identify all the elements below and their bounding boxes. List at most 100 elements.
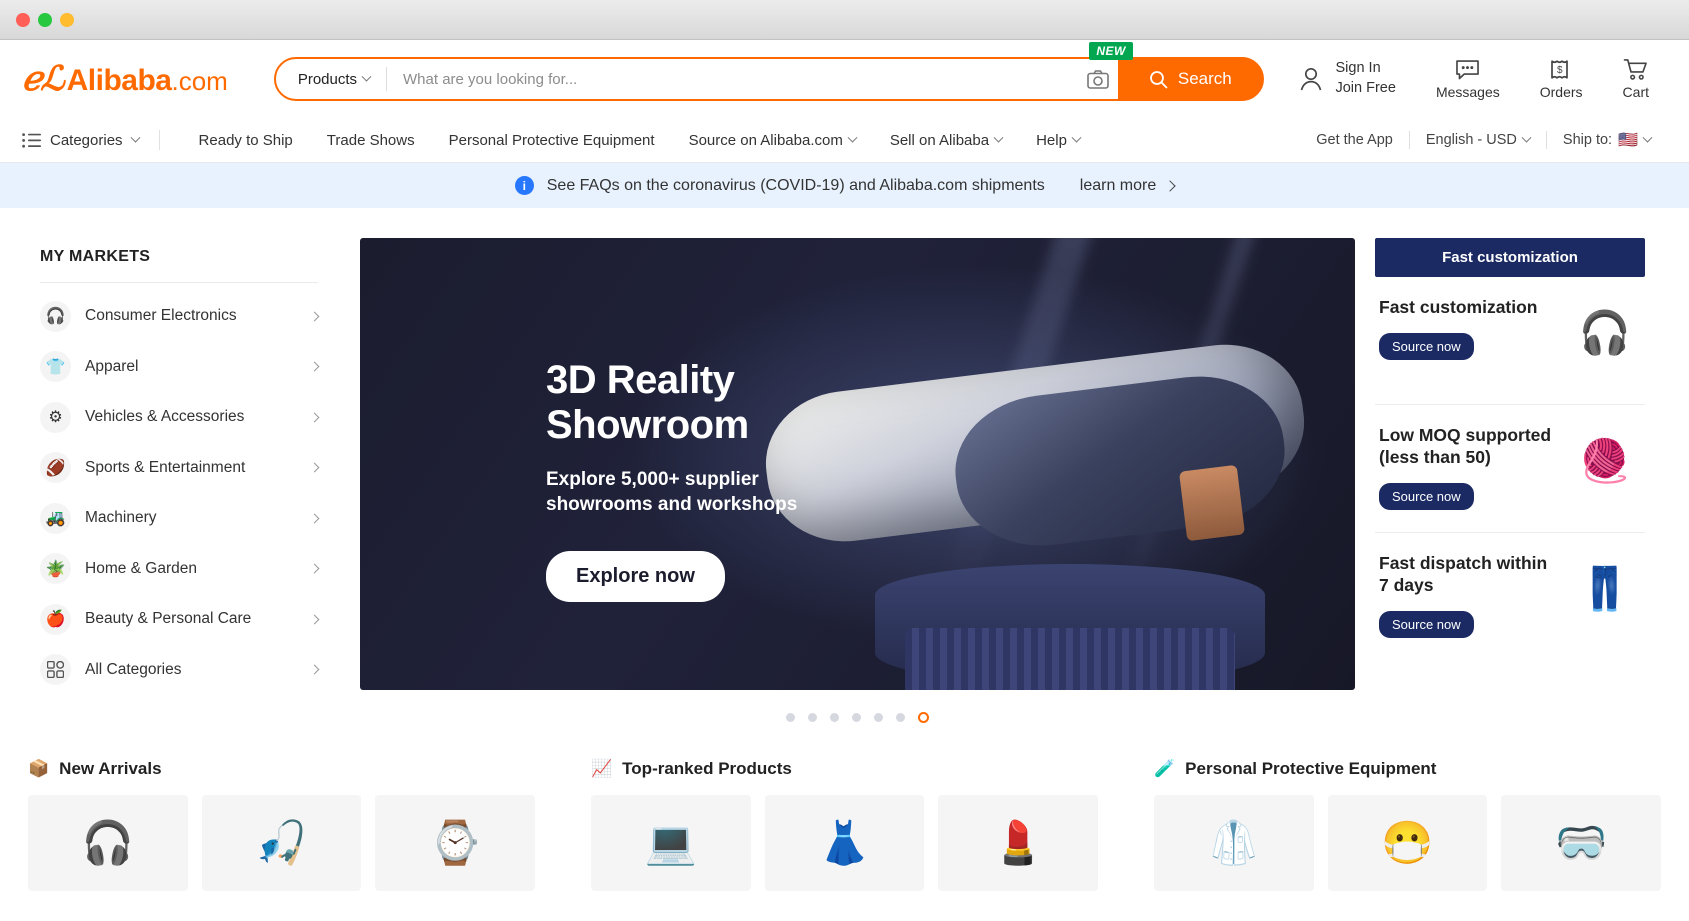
- image-search-button[interactable]: [1078, 59, 1118, 99]
- trending-up-icon: 📈: [591, 759, 613, 778]
- chevron-right-icon: [309, 614, 320, 625]
- source-now-button[interactable]: Source now: [1379, 482, 1474, 510]
- nav-item-label: Trade Shows: [326, 131, 415, 149]
- cart-label: Cart: [1622, 84, 1649, 100]
- hamburger-icon: [22, 132, 41, 148]
- product-thumbnail[interactable]: 💄: [938, 795, 1099, 891]
- user-icon: [1301, 67, 1322, 91]
- search-category-select[interactable]: Products: [276, 59, 386, 99]
- my-markets-divider: [40, 282, 318, 283]
- explore-now-button[interactable]: Explore now: [546, 551, 725, 602]
- sign-in-join-free[interactable]: Sign In Join Free: [1278, 59, 1413, 98]
- promo-item-fast-dispatch[interactable]: Fast dispatch within 7 days Source now 👖: [1375, 533, 1645, 661]
- carousel-dot-4[interactable]: [852, 713, 861, 722]
- carousel-dots: [360, 712, 1355, 723]
- chevron-right-icon: [309, 563, 320, 574]
- main-nav: Categories Ready to Ship Trade Shows Per…: [0, 118, 1689, 163]
- product-thumbnail[interactable]: 😷: [1327, 795, 1488, 891]
- product-thumbnail[interactable]: 💻: [591, 795, 751, 891]
- product-thumbnail[interactable]: 🎣: [201, 795, 362, 891]
- carousel-dot-6[interactable]: [896, 713, 905, 722]
- covid-learn-more-link[interactable]: learn more: [1080, 177, 1176, 195]
- market-item-all-categories[interactable]: All Categories: [40, 645, 320, 696]
- market-item-home-garden[interactable]: 🪴 Home & Garden: [40, 544, 320, 595]
- close-window-button[interactable]: [16, 12, 30, 27]
- card-personal-protective-equipment[interactable]: 🧪 Personal Protective Equipment 🥼 😷 🥽: [1136, 743, 1679, 893]
- messages-button[interactable]: Messages: [1418, 59, 1518, 100]
- promo-panel-header: Fast customization: [1375, 238, 1645, 277]
- nav-item-sell-on-alibaba[interactable]: Sell on Alibaba: [873, 132, 1019, 149]
- nav-item-source-on-alibaba[interactable]: Source on Alibaba.com: [672, 132, 873, 149]
- leggings-product-image: 👖: [1578, 564, 1632, 612]
- source-now-button[interactable]: Source now: [1379, 610, 1474, 638]
- source-now-button[interactable]: Source now: [1379, 332, 1474, 360]
- orders-icon: $: [1551, 60, 1568, 79]
- market-item-label: Sports & Entertainment: [85, 458, 246, 476]
- card-top-ranked-products[interactable]: 📈 Top-ranked Products 💻 👗 💄: [573, 743, 1116, 893]
- chevron-down-icon: [1642, 132, 1653, 143]
- search-button[interactable]: Search: [1117, 57, 1263, 101]
- product-thumbnail[interactable]: 🎧: [28, 795, 188, 891]
- chevron-right-icon: [309, 462, 320, 473]
- alibaba-logo-mark: ℯℒ: [22, 59, 65, 99]
- get-the-app-link[interactable]: Get the App: [1300, 132, 1409, 148]
- excavator-icon: 🚜: [40, 502, 71, 534]
- nav-item-ready-to-ship[interactable]: Ready to Ship: [182, 132, 310, 149]
- carousel-dot-2[interactable]: [808, 713, 817, 722]
- product-thumbnail[interactable]: ⌚: [375, 795, 536, 891]
- product-sections: 📦 New Arrivals 🎧 🎣 ⌚ 📈 Top-ranked Produc…: [0, 729, 1689, 893]
- search-bar: Products Search NEW: [273, 42, 1264, 101]
- carousel-dot-1[interactable]: [786, 713, 795, 722]
- market-item-machinery[interactable]: 🚜 Machinery: [40, 493, 320, 544]
- hero-banner-slide[interactable]: 3D Reality Showroom Explore 5,000+ suppl…: [360, 238, 1355, 690]
- nav-item-help[interactable]: Help: [1019, 132, 1097, 149]
- minimize-window-button[interactable]: [38, 12, 52, 27]
- promo-item-fast-customization[interactable]: Fast customization Source now 🎧: [1375, 277, 1645, 405]
- market-item-vehicles-accessories[interactable]: ⚙ Vehicles & Accessories: [40, 392, 320, 443]
- nav-categories-button[interactable]: Categories: [22, 132, 159, 149]
- main-content: MY MARKETS 🎧 Consumer Electronics 👕 Appa…: [0, 208, 1689, 729]
- chevron-down-icon: [361, 71, 372, 82]
- promo-item-low-moq[interactable]: Low MOQ supported (less than 50) Source …: [1375, 405, 1645, 533]
- maximize-window-button[interactable]: [60, 12, 74, 27]
- hero-subtitle-line2: showrooms and workshops: [546, 493, 798, 515]
- alibaba-logo-name: Alibaba: [66, 64, 172, 97]
- market-item-label: Vehicles & Accessories: [85, 408, 245, 426]
- language-currency-select[interactable]: English - USD: [1410, 132, 1546, 148]
- market-item-label: Beauty & Personal Care: [85, 610, 252, 628]
- market-item-beauty-personal-care[interactable]: 🍎 Beauty & Personal Care: [40, 594, 320, 645]
- new-badge: NEW: [1089, 42, 1133, 60]
- carousel-dot-3[interactable]: [830, 713, 839, 722]
- headphones-product-image: 🎧: [1578, 308, 1632, 356]
- alibaba-logo-tld: .com: [171, 66, 228, 96]
- orders-button[interactable]: $ Orders: [1522, 58, 1601, 100]
- card-new-arrivals[interactable]: 📦 New Arrivals 🎧 🎣 ⌚: [10, 743, 553, 893]
- chevron-right-icon: [309, 412, 320, 423]
- product-thumbnail[interactable]: 🥽: [1501, 795, 1662, 891]
- product-thumbnail[interactable]: 👗: [764, 795, 925, 891]
- search-input[interactable]: [387, 59, 1078, 99]
- product-thumbnail[interactable]: 🥼: [1154, 795, 1314, 891]
- vr-headset-illustration: [755, 308, 1315, 690]
- nav-separator: [158, 130, 160, 150]
- nav-item-trade-shows[interactable]: Trade Shows: [310, 132, 432, 149]
- nav-item-label: Source on Alibaba.com: [688, 131, 843, 149]
- market-item-apparel[interactable]: 👕 Apparel: [40, 342, 320, 393]
- search-button-label: Search: [1177, 69, 1232, 88]
- sign-in-label: Sign In: [1335, 60, 1381, 77]
- alibaba-logo[interactable]: ℯℒ Alibaba .com: [22, 59, 228, 99]
- gear-icon: ⚙: [40, 401, 71, 433]
- card-thumbnails: 🎧 🎣 ⌚: [28, 795, 536, 891]
- market-item-consumer-electronics[interactable]: 🎧 Consumer Electronics: [40, 291, 320, 342]
- cart-button[interactable]: Cart: [1605, 58, 1667, 100]
- market-item-sports-entertainment[interactable]: 🏈 Sports & Entertainment: [40, 443, 320, 494]
- header-actions: Sign In Join Free Messages $ Orders Cart: [1278, 58, 1667, 100]
- nav-item-personal-protective-equipment[interactable]: Personal Protective Equipment: [432, 132, 672, 149]
- hero-carousel: 3D Reality Showroom Explore 5,000+ suppl…: [340, 238, 1375, 729]
- ship-to-label: Ship to:: [1562, 132, 1613, 148]
- carousel-dot-5[interactable]: [874, 713, 883, 722]
- perfume-icon: 🍎: [40, 603, 71, 635]
- ship-to-select[interactable]: Ship to: 🇺🇸: [1547, 130, 1667, 150]
- chevron-down-icon: [130, 132, 140, 143]
- carousel-dot-7-active[interactable]: [918, 712, 929, 723]
